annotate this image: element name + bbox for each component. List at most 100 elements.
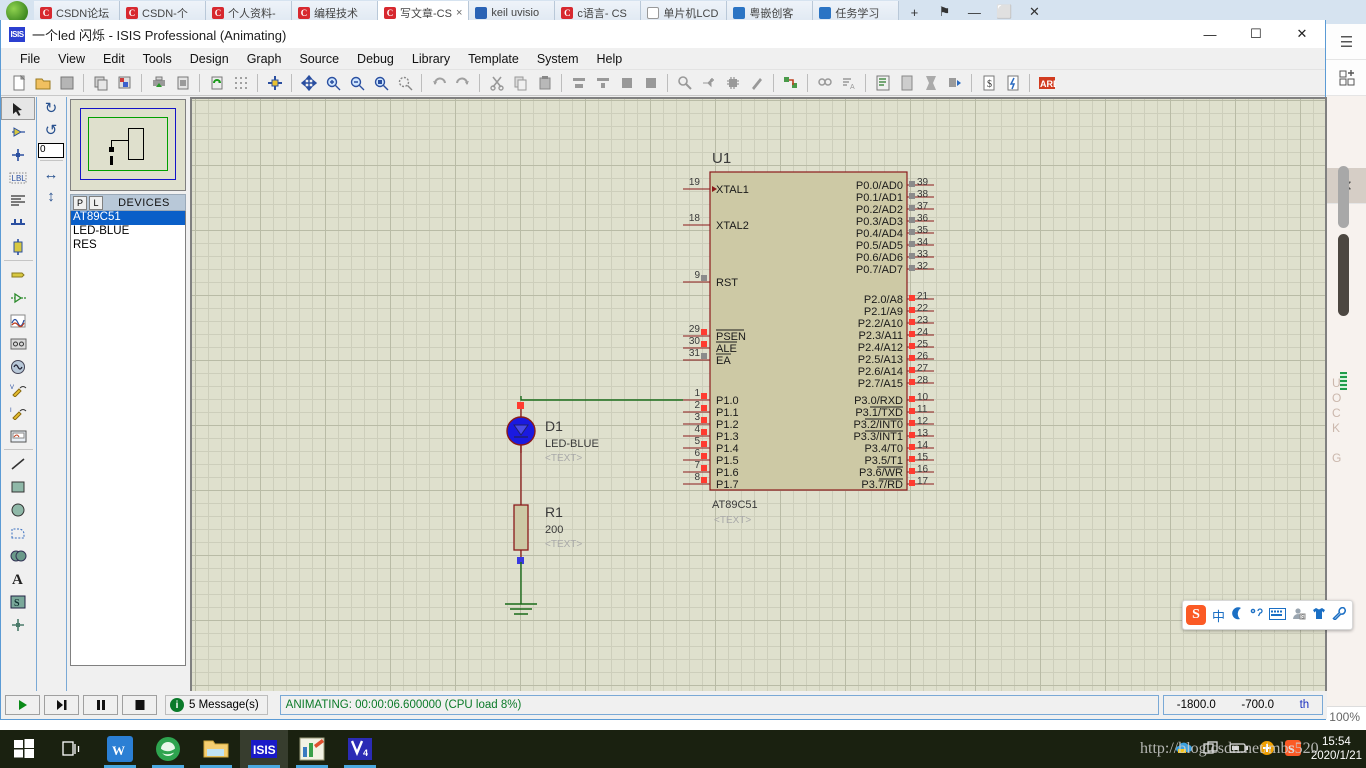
device-list-item[interactable]: AT89C51 — [71, 211, 185, 225]
tools-icon[interactable] — [1332, 606, 1346, 623]
menu-source[interactable]: Source — [290, 50, 348, 68]
exit-sheet-icon[interactable] — [943, 72, 966, 94]
decompose-icon[interactable] — [745, 72, 768, 94]
netlist-ares-icon[interactable]: ARES — [1035, 72, 1058, 94]
taskbar-clock[interactable]: 15:54 2020/1/21 — [1311, 735, 1362, 763]
component-u1[interactable]: U1 AT89C51 <TEXT> 19189 293031 123 456 7… — [683, 150, 934, 526]
battery-icon[interactable] — [1229, 741, 1249, 757]
import-section-icon[interactable] — [89, 72, 112, 94]
zoom-area-icon[interactable] — [393, 72, 416, 94]
update-icon[interactable] — [1259, 740, 1275, 759]
block-rotate-icon[interactable] — [615, 72, 638, 94]
generator-mode-icon[interactable] — [1, 355, 35, 378]
package-tool-icon[interactable] — [721, 72, 744, 94]
2d-circle-icon[interactable] — [1, 498, 35, 521]
menu-help[interactable]: Help — [588, 50, 632, 68]
undo-icon[interactable] — [427, 72, 450, 94]
taskbar-app-file-explorer[interactable] — [192, 730, 240, 768]
taskbar-app-browser[interactable] — [144, 730, 192, 768]
punctuation-icon[interactable] — [1250, 607, 1263, 623]
search-tag-icon[interactable] — [813, 72, 836, 94]
close-button[interactable]: ✕ — [1279, 20, 1325, 48]
apps-grid-icon[interactable] — [1326, 60, 1366, 96]
pick-device-icon[interactable] — [673, 72, 696, 94]
scroll-thumb-upper[interactable] — [1338, 166, 1349, 228]
devices-list[interactable]: AT89C51 LED-BLUE RES — [70, 211, 186, 666]
2d-closed-path-icon[interactable] — [1, 544, 35, 567]
schematic-sheet[interactable]: U1 AT89C51 <TEXT> 19 18 9 29 30 31 1 2 3… — [192, 99, 1325, 710]
schematic-drawing[interactable]: U1 AT89C51 <TEXT> 19189 293031 123 456 7… — [192, 99, 1325, 710]
schematic-editor-area[interactable]: U1 AT89C51 <TEXT> 19 18 9 29 30 31 1 2 3… — [190, 97, 1327, 712]
menu-design[interactable]: Design — [181, 50, 238, 68]
skin-icon[interactable] — [1312, 607, 1326, 623]
property-assign-icon[interactable]: A — [837, 72, 860, 94]
design-explorer-icon[interactable] — [871, 72, 894, 94]
refresh-icon[interactable] — [205, 72, 228, 94]
moon-icon[interactable] — [1231, 607, 1244, 623]
pause-button[interactable] — [83, 695, 118, 715]
pick-devices-button[interactable]: P — [73, 195, 87, 210]
origin-icon[interactable] — [263, 72, 286, 94]
rail-scrollbar[interactable] — [1338, 166, 1349, 390]
copy-icon[interactable] — [509, 72, 532, 94]
block-move-icon[interactable] — [591, 72, 614, 94]
mirror-horizontal-icon[interactable]: ↔ — [37, 163, 65, 185]
menu-edit[interactable]: Edit — [94, 50, 134, 68]
print-icon[interactable] — [147, 72, 170, 94]
keyboard-icon[interactable] — [1269, 607, 1287, 623]
hamburger-menu-icon[interactable]: ☰ — [1326, 24, 1366, 60]
menu-tools[interactable]: Tools — [134, 50, 181, 68]
export-section-icon[interactable] — [113, 72, 136, 94]
graph-mode-icon[interactable] — [1, 309, 35, 332]
menu-template[interactable]: Template — [459, 50, 528, 68]
pan-icon[interactable] — [297, 72, 320, 94]
terminals-icon[interactable] — [1, 263, 35, 286]
2d-text-icon[interactable]: A — [1, 567, 35, 590]
remove-sheet-icon[interactable] — [919, 72, 942, 94]
rotation-angle-input[interactable]: 0 — [38, 143, 64, 158]
block-copy-icon[interactable] — [567, 72, 590, 94]
component-mode-icon[interactable] — [1, 120, 35, 143]
buses-icon[interactable] — [1, 212, 35, 235]
sogou-ime-toolbar[interactable]: S 中 S — [1182, 600, 1354, 630]
tape-recorder-icon[interactable] — [1, 332, 35, 355]
library-manager-button[interactable]: L — [89, 195, 103, 210]
device-list-item[interactable]: LED-BLUE — [71, 225, 185, 239]
task-view-button[interactable] — [48, 730, 96, 768]
messages-indicator[interactable]: i 5 Message(s) — [165, 695, 268, 715]
duplicate-windows-icon[interactable] — [1203, 740, 1219, 758]
grid-toggle-icon[interactable] — [229, 72, 252, 94]
open-file-icon[interactable] — [31, 72, 54, 94]
minimize-button[interactable]: — — [1187, 20, 1233, 48]
make-device-icon[interactable] — [697, 72, 720, 94]
zoom-in-icon[interactable] — [321, 72, 344, 94]
block-delete-icon[interactable] — [639, 72, 662, 94]
stop-button[interactable] — [122, 695, 157, 715]
junction-dot-icon[interactable] — [1, 143, 35, 166]
taskbar-app-isis-proteus[interactable]: ISIS — [240, 730, 288, 768]
2d-arc-icon[interactable] — [1, 521, 35, 544]
voltage-probe-icon[interactable]: V — [1, 378, 35, 401]
subcircuit-icon[interactable] — [1, 235, 35, 258]
mirror-vertical-icon[interactable]: ↕ — [37, 185, 65, 207]
wire-p10-led[interactable] — [520, 396, 683, 401]
device-list-item[interactable]: RES — [71, 239, 185, 253]
onedrive-icon[interactable] — [1175, 741, 1193, 758]
start-button[interactable] — [0, 730, 48, 768]
taskbar-app-notes[interactable] — [288, 730, 336, 768]
step-button[interactable] — [44, 695, 79, 715]
taskbar-app-keil[interactable]: 4 — [336, 730, 384, 768]
new-sheet-icon[interactable] — [895, 72, 918, 94]
virtual-instrument-icon[interactable] — [1, 424, 35, 447]
device-pins-icon[interactable] — [1, 286, 35, 309]
electrical-rule-check-icon[interactable] — [1001, 72, 1024, 94]
2d-box-icon[interactable] — [1, 475, 35, 498]
text-script-icon[interactable] — [1, 189, 35, 212]
wire-label-icon[interactable]: LBL — [1, 166, 35, 189]
rotate-clockwise-icon[interactable]: ↻ — [37, 97, 65, 119]
taskbar-app-wps[interactable]: W — [96, 730, 144, 768]
selection-mode-icon[interactable] — [1, 97, 35, 120]
chinese-mode-icon[interactable]: 中 — [1212, 606, 1225, 625]
menu-file[interactable]: File — [11, 50, 49, 68]
play-button[interactable] — [5, 695, 40, 715]
